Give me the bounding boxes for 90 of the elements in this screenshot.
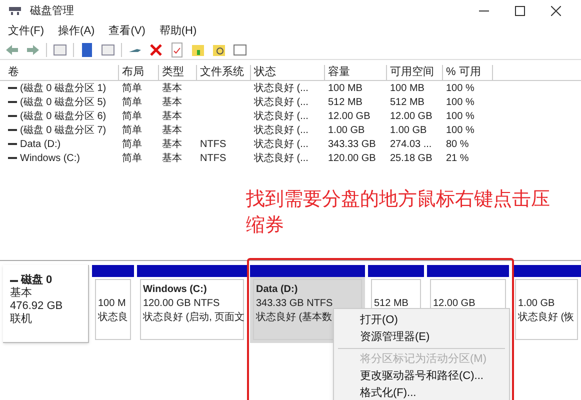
partition-bar (512, 265, 581, 277)
partition-bar (92, 265, 134, 277)
partition-block[interactable]: Windows (C:) 120.00 GB NTFS 状态良好 (启动, 页面文 (137, 265, 247, 343)
disk-status: 联机 (10, 313, 33, 326)
table-cell-text: 简单 (122, 96, 142, 110)
table-cell-text: 简单 (122, 110, 142, 124)
document-icon[interactable] (169, 42, 185, 58)
partition-detail: 1.00 GB (518, 297, 556, 311)
table-cell-text: (磁盘 0 磁盘分区 7) (20, 124, 106, 138)
table-cell-text: 12.00 GB (328, 110, 370, 124)
maximize-icon[interactable] (515, 6, 525, 16)
panel-icon[interactable] (52, 42, 68, 58)
disk-info-panel[interactable]: 磁盘 0 基本 476.92 GB 联机 (3, 265, 89, 343)
close-icon[interactable] (551, 6, 561, 16)
partition-bar (368, 265, 424, 277)
column-header[interactable]: 类型 (159, 65, 197, 80)
table-cell-text: 100 MB (390, 82, 424, 96)
table-cell-text: 基本 (162, 138, 182, 152)
table-cell-text: 简单 (122, 124, 142, 138)
table-cell-text: (磁盘 0 磁盘分区 1) (20, 82, 106, 96)
partition-title: Windows (C:) (143, 283, 208, 297)
column-header[interactable]: 容量 (325, 65, 387, 80)
table-cell-text: 274.03 ... (390, 138, 432, 152)
partition-detail: 状态良好 (基本数 (256, 311, 334, 325)
partition-title: Data (D:) (256, 283, 299, 297)
window-title: 磁盘管理 (30, 4, 74, 19)
partition-detail: 12.00 GB (433, 297, 476, 311)
table-cell-text: 基本 (162, 152, 182, 166)
table-cell-text: 12.00 GB (390, 110, 432, 124)
disk-management-icon (8, 6, 22, 16)
column-header[interactable]: 布局 (119, 65, 159, 80)
menu-item[interactable]: 格式化(F)... (334, 385, 509, 400)
column-header[interactable]: 文件系统 (197, 65, 251, 80)
table-cell-text: 状态良好 (... (254, 110, 308, 124)
partition-detail: 512 MB (374, 297, 410, 311)
table-cell-text: 100 % (446, 82, 474, 96)
menu-item[interactable]: 更改驱动器号和路径(C)... (334, 368, 509, 385)
panel-icon[interactable] (100, 42, 116, 58)
table-cell-text: 512 MB (328, 96, 362, 110)
table-cell-text: 100 % (446, 124, 474, 138)
table-cell-text: 100 % (446, 110, 474, 124)
column-header[interactable]: 状态 (251, 65, 325, 80)
delete-icon[interactable] (148, 42, 164, 58)
table-cell-text: NTFS (200, 152, 226, 166)
disk-size: 476.92 GB (10, 300, 64, 313)
table-cell-text: 状态良好 (... (254, 152, 308, 166)
menu-item[interactable]: 操作(A) (58, 22, 95, 40)
partition-detail: 120.00 GB NTFS (143, 297, 221, 311)
menu-item[interactable]: 文件(F) (8, 22, 44, 40)
table-cell-text: Data (D:) (20, 138, 61, 152)
column-header[interactable]: 卷 (5, 65, 119, 80)
disk-name: 磁盘 0 (21, 274, 52, 287)
table-cell-text: NTFS (200, 138, 226, 152)
table-cell-text: 基本 (162, 82, 182, 96)
table-cell-text: 1.00 GB (328, 124, 365, 138)
column-header[interactable]: 可用空间 (387, 65, 443, 80)
table-cell-text: (磁盘 0 磁盘分区 6) (20, 110, 106, 124)
table-cell-text: 120.00 GB (328, 152, 376, 166)
table-cell-text: 简单 (122, 138, 142, 152)
menu-item[interactable]: 查看(V) (108, 22, 146, 40)
table-cell-text: 基本 (162, 124, 182, 138)
table-cell-text: 100 % (446, 96, 474, 110)
disk-type: 基本 (10, 287, 33, 300)
table-cell-text: 80 % (446, 138, 469, 152)
partition-detail: 状态良好 (恢 (518, 311, 575, 325)
table-cell-text: 简单 (122, 82, 142, 96)
menu-item[interactable]: 帮助(H) (159, 22, 197, 40)
table-cell-text: 343.33 GB (328, 138, 376, 152)
table-cell-text: 基本 (162, 96, 182, 110)
table-cell-text: 状态良好 (... (254, 138, 308, 152)
table-cell-text: 基本 (162, 110, 182, 124)
table-cell-text: 25.18 GB (390, 152, 432, 166)
partition-detail: 343.33 GB NTFS (256, 297, 334, 311)
table-cell-text: 100 MB (328, 82, 362, 96)
column-header[interactable]: % 可用 (443, 65, 493, 80)
partition-block[interactable]: 100 M 状态良 (92, 265, 134, 343)
table-cell-text: 简单 (122, 152, 142, 166)
annotation-text: 找到需要分盘的地方鼠标右键点击压缩券 (246, 188, 551, 238)
table-cell-text: 状态良好 (... (254, 96, 308, 110)
panel-icon[interactable] (232, 42, 248, 58)
table-cell-text: 512 MB (390, 96, 424, 110)
table-cell-text: 1.00 GB (390, 124, 427, 138)
table-cell-text: 21 % (446, 152, 469, 166)
partition-block[interactable]: 1.00 GB 状态良好 (恢 (512, 265, 581, 343)
partition-detail: 状态良 (98, 311, 128, 325)
partition-detail: 100 M (98, 297, 127, 311)
table-cell-text: 状态良好 (... (254, 124, 308, 138)
table-cell-text: 状态良好 (... (254, 82, 308, 96)
table-cell-text: Windows (C:) (20, 152, 80, 166)
table-cell-text: (磁盘 0 磁盘分区 5) (20, 96, 106, 110)
